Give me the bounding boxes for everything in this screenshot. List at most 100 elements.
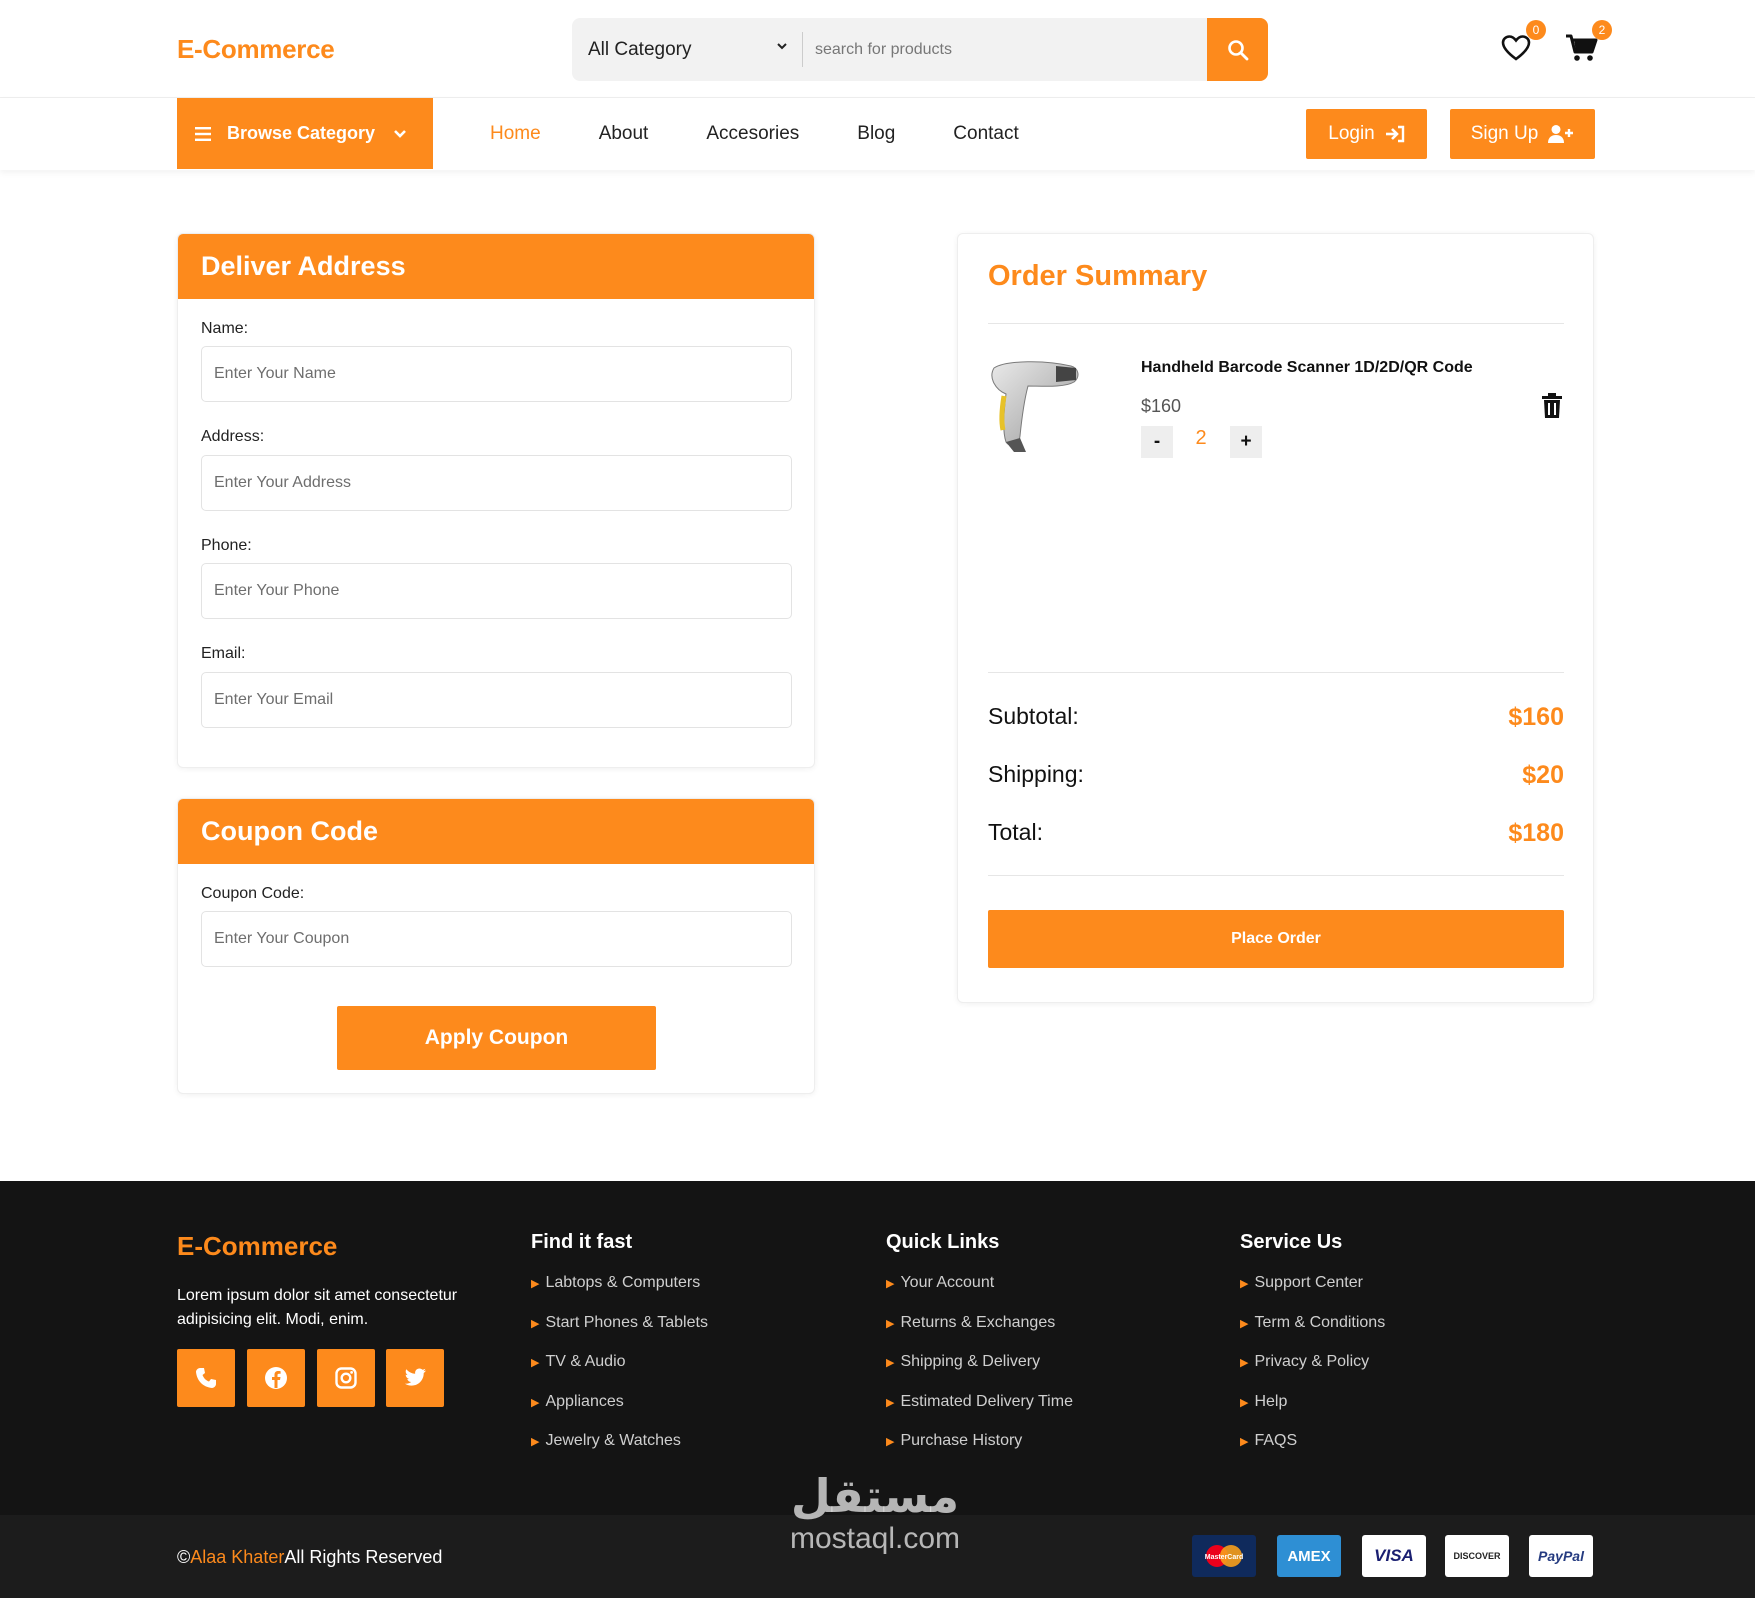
footer-link[interactable]: ▶ Support Center (1240, 1274, 1385, 1314)
footer-link-label: Privacy & Policy (1254, 1353, 1370, 1370)
coupon-title: Coupon Code (178, 799, 814, 864)
category-select-value: All Category (588, 38, 692, 60)
wishlist-button[interactable]: 0 (1496, 20, 1546, 68)
footer-link[interactable]: ▶ Start Phones & Tablets (531, 1314, 708, 1354)
address-field[interactable] (201, 455, 792, 511)
footer-link[interactable]: ▶ Labtops & Computers (531, 1274, 708, 1314)
signup-button[interactable]: Sign Up (1450, 109, 1595, 159)
quantity-increase-button[interactable]: + (1230, 426, 1262, 458)
quantity-value: 2 (1195, 427, 1207, 449)
footer-link-label: Returns & Exchanges (900, 1313, 1056, 1331)
divider (988, 323, 1564, 324)
search-bar: All Category (572, 18, 1268, 81)
barcode-scanner-image (991, 361, 1079, 452)
divider (988, 672, 1564, 673)
nav-link-accesories[interactable]: Accesories (706, 123, 799, 145)
search-button[interactable] (1207, 18, 1268, 81)
footer-link[interactable]: ▶ Purchase History (886, 1432, 1073, 1472)
subtotal-row: Subtotal: $160 (988, 703, 1564, 732)
footer-link[interactable]: ▶ Returns & Exchanges (886, 1314, 1073, 1354)
name-field[interactable] (201, 346, 792, 402)
footer-link-label: TV & Audio (545, 1353, 626, 1370)
footer-link-label: Shipping & Delivery (900, 1353, 1041, 1370)
heart-icon (1501, 35, 1531, 61)
footer-link[interactable]: ▶ FAQS (1240, 1432, 1385, 1472)
footer-col-title: Quick Links (886, 1231, 1000, 1253)
cart-button[interactable]: 2 (1562, 20, 1612, 68)
browse-category-button[interactable]: Browse Category (177, 98, 433, 169)
trash-icon[interactable] (1541, 393, 1563, 419)
coupon-card: Coupon Code Coupon Code: Apply Coupon (177, 798, 815, 1094)
visa-label: VISA (1374, 1546, 1414, 1565)
category-select[interactable]: All Category (572, 18, 802, 81)
phone-button[interactable] (177, 1349, 235, 1407)
footer-link[interactable]: ▶ Privacy & Policy (1240, 1353, 1385, 1393)
coupon-label: Coupon Code: (201, 885, 305, 902)
name-label: Name: (201, 320, 249, 337)
caret-right-icon: ▶ (1240, 1396, 1249, 1409)
footer-link[interactable]: ▶ Jewelry & Watches (531, 1432, 708, 1472)
footer-link[interactable]: ▶ Your Account (886, 1274, 1073, 1314)
nav-link-contact[interactable]: Contact (953, 123, 1018, 145)
footer: E-Commerce Lorem ipsum dolor sit amet co… (0, 1181, 1755, 1515)
footer-link[interactable]: ▶ Help (1240, 1393, 1385, 1433)
instagram-icon (335, 1367, 357, 1389)
place-order-button[interactable]: Place Order (988, 910, 1564, 968)
footer-link[interactable]: ▶ Shipping & Delivery (886, 1353, 1073, 1393)
twitter-button[interactable] (386, 1349, 444, 1407)
caret-right-icon: ▶ (1240, 1436, 1249, 1448)
footer-link-label: FAQS (1254, 1432, 1298, 1449)
search-input[interactable] (815, 18, 1185, 81)
subtotal-label: Subtotal: (988, 703, 1079, 729)
footer-link[interactable]: ▶ Term & Conditions (1240, 1314, 1385, 1354)
shipping-row: Shipping: $20 (988, 761, 1564, 790)
product-name: Handheld Barcode Scanner 1D/2D/QR Code (1141, 359, 1473, 376)
nav-link-blog[interactable]: Blog (857, 123, 895, 145)
caret-right-icon: ▶ (1240, 1357, 1249, 1369)
copyright-rights: All Rights Reserved (284, 1547, 443, 1567)
instagram-button[interactable] (317, 1349, 375, 1407)
footer-link-label: Jewelry & Watches (545, 1432, 681, 1449)
discover-icon: DISCOVER (1445, 1535, 1509, 1577)
footer-link-label: Estimated Delivery Time (900, 1392, 1073, 1410)
signup-label: Sign Up (1470, 123, 1539, 144)
paypal-icon: PayPal (1529, 1535, 1593, 1577)
deliver-address-title: Deliver Address (178, 234, 814, 299)
twitter-icon (404, 1368, 426, 1386)
caret-right-icon: ▶ (1240, 1278, 1249, 1290)
watermark-latin: mostaql.com (789, 1522, 961, 1555)
facebook-button[interactable] (247, 1349, 305, 1407)
footer-col-title: Service Us (1240, 1231, 1343, 1253)
apply-coupon-button[interactable]: Apply Coupon (337, 1006, 656, 1070)
footer-logo[interactable]: E-Commerce (177, 1231, 337, 1262)
quantity-decrease-button[interactable]: - (1141, 426, 1173, 458)
nav-link-home[interactable]: Home (490, 123, 541, 145)
menu-icon (195, 126, 211, 141)
footer-link[interactable]: ▶ Estimated Delivery Time (886, 1393, 1073, 1433)
watermark-arabic: مستقل (790, 1469, 960, 1523)
footer-col-title: Find it fast (531, 1231, 633, 1253)
caret-right-icon: ▶ (886, 1317, 895, 1330)
nav-link-about[interactable]: About (599, 123, 649, 145)
site-logo[interactable]: E-Commerce (177, 34, 335, 65)
footer-link-label: Appliances (545, 1392, 624, 1410)
login-label: Login (1328, 123, 1375, 144)
copyright-symbol: © (177, 1547, 191, 1567)
caret-right-icon: ▶ (531, 1357, 540, 1369)
search-divider (802, 32, 803, 67)
order-summary-card: Order Summary Handheld Barcode Scanner 1… (957, 233, 1594, 1003)
order-summary-title: Order Summary (988, 260, 1208, 292)
cart-icon (1566, 34, 1598, 61)
visa-icon: VISA (1362, 1535, 1426, 1577)
discover-label: DISCOVER (1453, 1551, 1501, 1561)
footer-link-label: Help (1254, 1392, 1288, 1410)
footer-col-quick-links: Quick Links ▶ Your Account ▶ Returns & Exc… (886, 1231, 1073, 1472)
coupon-field[interactable] (201, 911, 792, 967)
phone-field[interactable] (201, 563, 792, 619)
login-button[interactable]: Login (1306, 109, 1427, 159)
footer-link[interactable]: ▶ Appliances (531, 1393, 708, 1433)
footer-link[interactable]: ▶ TV & Audio (531, 1353, 708, 1393)
email-field[interactable] (201, 672, 792, 728)
footer-link-label: Purchase History (900, 1432, 1023, 1449)
copyright-author-link[interactable]: Alaa Khater (190, 1547, 284, 1567)
